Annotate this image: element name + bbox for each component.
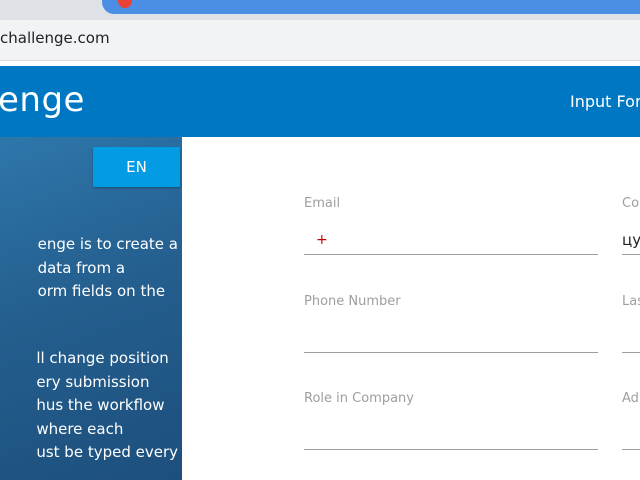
role-field-group: Role in Company [304, 391, 598, 450]
crosshair-cursor-icon: + [316, 232, 328, 248]
phone-field[interactable] [304, 324, 598, 353]
instructions-sidebar: EN enge is to create a data from a orm f… [0, 137, 182, 480]
company-label: Co [622, 196, 640, 211]
company-field-group: Co [622, 196, 640, 255]
email-field-group: Email [304, 196, 598, 255]
instructions-line: ery submission [36, 372, 150, 391]
company-field[interactable] [622, 226, 640, 255]
instructions-line: where each [36, 419, 124, 438]
instructions-paragraph-1: enge is to create a data from a orm fiel… [38, 233, 178, 304]
site-logo[interactable]: enge [0, 80, 85, 120]
site-header: enge Input For [0, 66, 640, 137]
address-field[interactable] [622, 421, 640, 450]
last-name-field-group: Las [622, 294, 640, 353]
instructions-line: data from a [37, 258, 126, 277]
phone-label: Phone Number [304, 294, 401, 309]
url-text: challenge.com [0, 29, 110, 47]
address-label: Ad [622, 391, 639, 406]
instructions-line: orm fields on the [37, 282, 166, 300]
instructions-line: enge is to create a [37, 235, 178, 253]
last-name-label: Las [622, 294, 640, 309]
last-name-field[interactable] [622, 324, 640, 353]
instructions-line: hus the workflow [36, 396, 165, 414]
email-field[interactable] [304, 226, 598, 255]
browser-notification-bar[interactable] [102, 0, 640, 14]
role-label: Role in Company [304, 391, 414, 406]
role-field[interactable] [304, 421, 598, 450]
language-button[interactable]: EN [93, 147, 180, 187]
address-field-group: Ad [622, 391, 640, 450]
instructions-paragraph-2: ll change position ery submission hus th… [36, 347, 178, 465]
address-bar[interactable]: challenge.com [0, 20, 640, 61]
instructions-line: ust be typed every [36, 443, 178, 461]
instructions-line: ll change position [36, 349, 169, 367]
email-label: Email [304, 196, 341, 211]
phone-field-group: Phone Number [304, 294, 598, 353]
nav-input-forms[interactable]: Input For [570, 92, 640, 111]
